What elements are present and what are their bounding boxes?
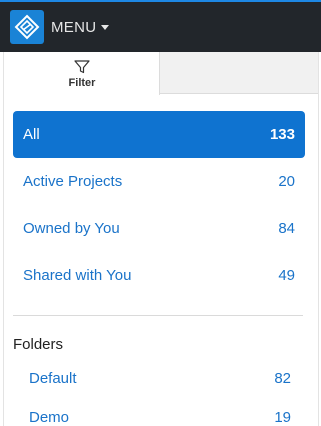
filter-count: 84 xyxy=(278,220,295,237)
section-divider xyxy=(13,315,303,316)
app-logo[interactable] xyxy=(10,10,44,44)
filter-count: 20 xyxy=(278,173,295,190)
menu-button[interactable]: MENU xyxy=(51,17,110,37)
diamond-logo-icon xyxy=(14,14,40,40)
filter-active-projects[interactable]: Active Projects 20 xyxy=(13,158,305,205)
top-accent-line xyxy=(0,0,321,2)
folder-label: Demo xyxy=(29,408,70,426)
top-bar: MENU xyxy=(0,0,321,52)
panel-tabs: Filter xyxy=(4,52,318,95)
tab-filter[interactable]: Filter xyxy=(4,52,160,95)
folder-item-default[interactable]: Default 82 xyxy=(29,363,291,393)
folder-count: 19 xyxy=(274,408,291,426)
filter-label: Shared with You xyxy=(23,267,132,284)
filter-label: Active Projects xyxy=(23,173,123,190)
folder-count: 82 xyxy=(274,369,291,387)
filter-count: 133 xyxy=(269,126,295,143)
filter-all[interactable]: All 133 xyxy=(13,111,305,158)
filter-label: Owned by You xyxy=(23,220,120,237)
chevron-down-icon xyxy=(101,24,110,30)
filter-shared-with-you[interactable]: Shared with You 49 xyxy=(13,252,305,299)
folder-item-demo[interactable]: Demo 19 xyxy=(29,402,291,426)
tab-filter-label: Filter xyxy=(68,77,96,89)
filter-funnel-icon xyxy=(74,60,90,74)
filter-label: All xyxy=(23,126,40,143)
folders-heading: Folders xyxy=(13,336,64,353)
side-panel: Filter All 133 Active Projects 20 Owned … xyxy=(3,52,319,426)
menu-label: MENU xyxy=(51,18,97,36)
filter-owned-by-you[interactable]: Owned by You 84 xyxy=(13,205,305,252)
filter-count: 49 xyxy=(278,267,295,284)
folder-label: Default xyxy=(29,369,77,387)
